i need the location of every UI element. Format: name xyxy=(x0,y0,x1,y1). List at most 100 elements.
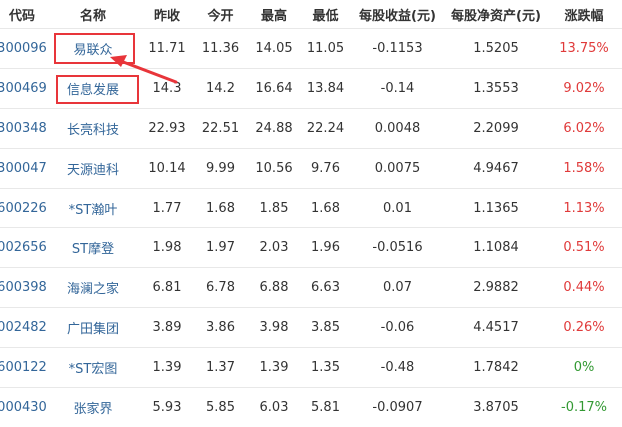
cell-high: 14.05 xyxy=(246,28,302,69)
cell-eps: -0.48 xyxy=(349,347,446,388)
header-name[interactable]: 名称 xyxy=(47,0,139,29)
cell-code: 600226 xyxy=(0,187,47,228)
stock-name-link[interactable]: *ST宏图 xyxy=(69,362,118,377)
cell-high: 6.88 xyxy=(246,267,302,308)
cell-bvps: 2.9882 xyxy=(446,267,546,308)
table-row: 300469 信息发展 14.3 14.2 16.64 13.84 -0.14 1.3553 9… xyxy=(0,67,622,109)
cell-name: ST摩登 xyxy=(47,227,139,268)
cell-prev-close: 14.3 xyxy=(139,67,195,109)
cell-change: 1.58% xyxy=(546,147,622,189)
cell-low: 9.76 xyxy=(302,147,349,189)
cell-code: 000430 xyxy=(0,387,47,427)
cell-eps: -0.06 xyxy=(349,307,446,348)
stock-code-link[interactable]: 300469 xyxy=(0,81,47,96)
table-row: 600226 *ST瀚叶 1.77 1.68 1.85 1.68 0.01 1.1365 1.1… xyxy=(0,187,622,228)
cell-name: 广田集团 xyxy=(47,307,139,348)
cell-change: 0% xyxy=(546,347,622,388)
cell-bvps: 1.1365 xyxy=(446,187,546,228)
header-prev-close[interactable]: 昨收 xyxy=(139,0,195,29)
header-bvps[interactable]: 每股净资产(元) xyxy=(446,0,546,29)
cell-change: 6.02% xyxy=(546,107,622,149)
cell-code: 002656 xyxy=(0,227,47,268)
stock-code-link[interactable]: 300047 xyxy=(0,161,47,176)
header-eps[interactable]: 每股收益(元) xyxy=(349,0,446,29)
cell-change: 0.51% xyxy=(546,227,622,268)
header-high[interactable]: 最高 xyxy=(246,0,302,29)
cell-low: 6.63 xyxy=(302,267,349,308)
table-body: 300096 易联众 11.71 11.36 14.05 11.05 -0.1153 1.52… xyxy=(0,28,622,427)
cell-low: 13.84 xyxy=(302,67,349,109)
cell-eps: 0.01 xyxy=(349,187,446,228)
cell-name: 海澜之家 xyxy=(47,267,139,308)
header-code[interactable]: 代码 xyxy=(0,0,47,29)
table-row: 600398 海澜之家 6.81 6.78 6.88 6.63 0.07 2.9882 0.44… xyxy=(0,267,622,308)
table-row: 002656 ST摩登 1.98 1.97 2.03 1.96 -0.0516 1.1084 0… xyxy=(0,227,622,268)
cell-open: 11.36 xyxy=(195,28,246,69)
cell-change: -0.17% xyxy=(546,387,622,427)
cell-code: 300047 xyxy=(0,147,47,189)
cell-eps: 0.0048 xyxy=(349,107,446,149)
cell-open: 1.37 xyxy=(195,347,246,388)
cell-code: 600398 xyxy=(0,267,47,308)
cell-high: 24.88 xyxy=(246,107,302,149)
cell-prev-close: 22.93 xyxy=(139,107,195,149)
cell-bvps: 1.3553 xyxy=(446,67,546,109)
table-row: 300047 天源迪科 10.14 9.99 10.56 9.76 0.0075 4.9467… xyxy=(0,147,622,189)
cell-name: *ST瀚叶 xyxy=(47,187,139,228)
cell-change: 9.02% xyxy=(546,67,622,109)
stock-code-link[interactable]: 600226 xyxy=(0,201,47,216)
table-row: 000430 张家界 5.93 5.85 6.03 5.81 -0.0907 3.8705 -0… xyxy=(0,387,622,427)
stock-code-link[interactable]: 300348 xyxy=(0,121,47,136)
stock-name-link[interactable]: ST摩登 xyxy=(72,242,114,257)
stock-code-link[interactable]: 000430 xyxy=(0,400,47,415)
cell-change: 13.75% xyxy=(546,28,622,69)
table-row: 300348 长亮科技 22.93 22.51 24.88 22.24 0.0048 2.20… xyxy=(0,107,622,149)
cell-prev-close: 1.39 xyxy=(139,347,195,388)
cell-high: 6.03 xyxy=(246,387,302,427)
cell-open: 3.86 xyxy=(195,307,246,348)
stock-code-link[interactable]: 600122 xyxy=(0,360,47,375)
cell-bvps: 1.5205 xyxy=(446,28,546,69)
stock-name-link[interactable]: 易联众 xyxy=(73,43,112,58)
header-low[interactable]: 最低 xyxy=(302,0,349,29)
cell-low: 1.35 xyxy=(302,347,349,388)
stock-name-link[interactable]: 广田集团 xyxy=(67,322,119,337)
cell-open: 22.51 xyxy=(195,107,246,149)
stock-code-link[interactable]: 600398 xyxy=(0,280,47,295)
stock-name-link[interactable]: 信息发展 xyxy=(67,83,119,98)
stock-code-link[interactable]: 002656 xyxy=(0,240,47,255)
stock-name-link[interactable]: *ST瀚叶 xyxy=(69,203,118,218)
cell-low: 3.85 xyxy=(302,307,349,348)
cell-low: 1.68 xyxy=(302,187,349,228)
cell-open: 9.99 xyxy=(195,147,246,189)
cell-high: 1.39 xyxy=(246,347,302,388)
cell-low: 5.81 xyxy=(302,387,349,427)
cell-bvps: 3.8705 xyxy=(446,387,546,427)
cell-eps: 0.0075 xyxy=(349,147,446,189)
cell-high: 16.64 xyxy=(246,67,302,109)
cell-prev-close: 5.93 xyxy=(139,387,195,427)
cell-prev-close: 10.14 xyxy=(139,147,195,189)
cell-code: 002482 xyxy=(0,307,47,348)
cell-eps: -0.0907 xyxy=(349,387,446,427)
cell-open: 1.68 xyxy=(195,187,246,228)
cell-bvps: 4.9467 xyxy=(446,147,546,189)
cell-prev-close: 6.81 xyxy=(139,267,195,308)
stock-name-link[interactable]: 长亮科技 xyxy=(67,123,119,138)
header-open[interactable]: 今开 xyxy=(195,0,246,29)
header-change[interactable]: 涨跌幅 xyxy=(546,0,622,29)
cell-change: 0.26% xyxy=(546,307,622,348)
stock-name-link[interactable]: 海澜之家 xyxy=(67,282,119,297)
stock-name-link[interactable]: 张家界 xyxy=(73,402,112,417)
cell-name: 天源迪科 xyxy=(47,147,139,189)
cell-bvps: 4.4517 xyxy=(446,307,546,348)
stock-code-link[interactable]: 300096 xyxy=(0,41,47,56)
cell-low: 22.24 xyxy=(302,107,349,149)
stock-code-link[interactable]: 002482 xyxy=(0,320,47,335)
stock-name-link[interactable]: 天源迪科 xyxy=(67,163,119,178)
cell-prev-close: 1.77 xyxy=(139,187,195,228)
cell-name: 长亮科技 xyxy=(47,107,139,149)
cell-bvps: 1.1084 xyxy=(446,227,546,268)
cell-high: 3.98 xyxy=(246,307,302,348)
cell-open: 14.2 xyxy=(195,67,246,109)
